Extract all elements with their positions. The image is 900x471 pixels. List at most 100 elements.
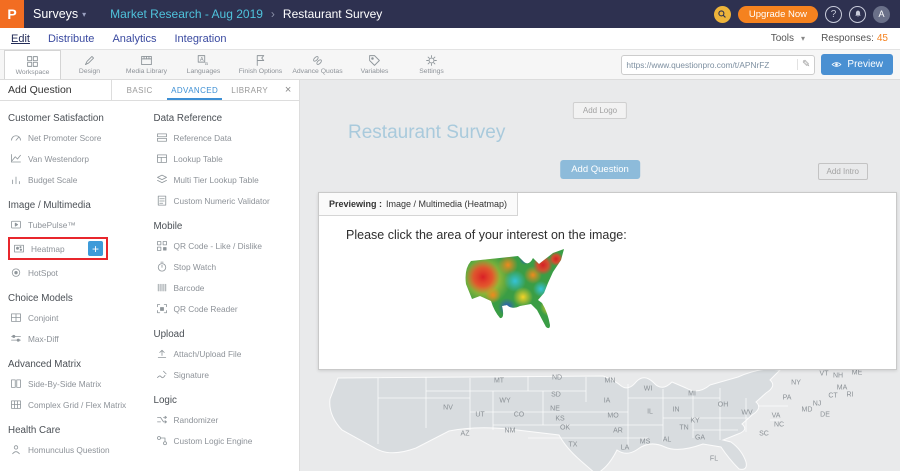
barcode-icon <box>156 282 168 294</box>
add-logo-button[interactable]: Add Logo <box>573 102 627 119</box>
tab-basic[interactable]: BASIC <box>112 80 167 100</box>
toolbar-item-settings[interactable]: Settings <box>403 50 460 79</box>
add-question-button[interactable]: Add Question <box>560 160 640 179</box>
section-heading-upload: Upload <box>154 329 299 340</box>
help-button[interactable]: ? <box>825 6 842 23</box>
toolbar-item-label: Languages <box>187 68 221 75</box>
question-type-complex-grid-flex-matrix[interactable]: Complex Grid / Flex Matrix <box>8 394 146 415</box>
question-type-label: Signature <box>174 370 210 380</box>
tab-library[interactable]: LIBRARY <box>222 80 277 100</box>
tab-distribute[interactable]: Distribute <box>48 33 94 45</box>
question-type-label: Budget Scale <box>28 175 77 185</box>
question-type-heatmap[interactable]: Heatmap+ <box>8 237 108 260</box>
heatmap-question-image[interactable] <box>463 247 587 343</box>
question-type-label: QR Code Reader <box>174 304 238 314</box>
toolbar-item-languages[interactable]: AaLanguages <box>175 50 232 79</box>
search-icon[interactable] <box>714 6 731 23</box>
upgrade-now-button[interactable]: Upgrade Now <box>738 6 818 23</box>
toolbar-item-finish-options[interactable]: Finish Options <box>232 50 289 79</box>
question-type-randomizer[interactable]: Randomizer <box>154 409 299 430</box>
question-type-barcode[interactable]: Barcode <box>154 277 299 298</box>
tab-analytics[interactable]: Analytics <box>112 33 156 45</box>
question-type-max-diff[interactable]: Max-Diff <box>8 328 146 349</box>
question-type-reference-data[interactable]: Reference Data <box>154 127 299 148</box>
question-type-qr-code-reader[interactable]: QR Code Reader <box>154 298 299 319</box>
us-map-background-image[interactable] <box>318 368 897 471</box>
toolbar-item-media-library[interactable]: Media Library <box>118 50 175 79</box>
question-type-homunculus-question[interactable]: Homunculus Question <box>8 439 146 460</box>
breadcrumb-separator-icon: › <box>271 7 275 21</box>
question-type-side-by-side-matrix[interactable]: Side-By-Side Matrix <box>8 373 146 394</box>
question-type-tubepulse[interactable]: TubePulse™ <box>8 214 146 235</box>
conjoint-icon <box>10 312 22 324</box>
responses-count: 45 <box>877 33 888 44</box>
question-type-label: Van Westendorp <box>28 154 89 164</box>
notifications-bell-icon[interactable] <box>849 6 866 23</box>
tab-edit[interactable]: Edit <box>11 33 30 45</box>
breadcrumb-folder[interactable]: Market Research - Aug 2019 <box>110 7 263 21</box>
matrix-icon <box>10 378 22 390</box>
question-type-conjoint[interactable]: Conjoint <box>8 307 146 328</box>
previewing-tab: Previewing : Image / Multimedia (Heatmap… <box>319 193 518 216</box>
toolbar-item-variables[interactable]: Variables <box>346 50 403 79</box>
responses-counter[interactable]: Responses:45 <box>821 33 888 44</box>
add-intro-button[interactable]: Add Intro <box>818 163 868 180</box>
toolbar-item-design[interactable]: Design <box>61 50 118 79</box>
toolbar-item-workspace[interactable]: Workspace <box>4 50 61 79</box>
tools-label: Tools <box>771 33 794 44</box>
edit-url-pencil-icon[interactable]: ✎ <box>797 59 810 70</box>
heatmap-icon <box>13 243 25 255</box>
languages-icon: Aa <box>197 54 210 67</box>
preview-button[interactable]: Preview <box>821 54 893 75</box>
question-type-lookup-table[interactable]: Lookup Table <box>154 148 299 169</box>
question-type-van-westendorp[interactable]: Van Westendorp <box>8 148 146 169</box>
question-type-column-2: Data ReferenceReference DataLookup Table… <box>154 103 299 460</box>
question-type-stop-watch[interactable]: Stop Watch <box>154 256 299 277</box>
design-icon <box>83 54 96 67</box>
previewing-question-type: Image / Multimedia (Heatmap) <box>386 199 507 209</box>
person-icon <box>10 444 22 456</box>
tab-integration[interactable]: Integration <box>174 33 226 45</box>
question-type-qr-code-like-dislike[interactable]: QR Code - Like / Dislike <box>154 235 299 256</box>
toolbar-item-advance-quotas[interactable]: Advance Quotas <box>289 50 346 79</box>
question-type-custom-numeric-validator[interactable]: Custom Numeric Validator <box>154 190 299 211</box>
bar-scale-icon <box>10 174 22 186</box>
advance-quotas-icon <box>311 54 324 67</box>
survey-url-input[interactable] <box>626 60 797 70</box>
question-type-label: Custom Logic Engine <box>174 436 253 446</box>
media-library-icon <box>140 54 153 67</box>
question-type-multi-tier-lookup-table[interactable]: Multi Tier Lookup Table <box>154 169 299 190</box>
survey-nav-bar: Edit Distribute Analytics Integration To… <box>0 28 900 50</box>
question-type-budget-scale[interactable]: Budget Scale <box>8 169 146 190</box>
toolbar-item-label: Variables <box>361 68 389 75</box>
question-type-hotspot[interactable]: HotSpot <box>8 262 146 283</box>
question-type-label: Max-Diff <box>28 334 59 344</box>
product-label: Surveys <box>33 7 78 21</box>
tools-menu[interactable]: Tools ▾ <box>771 33 805 44</box>
eye-icon <box>831 60 842 69</box>
toolbar-items: WorkspaceDesignMedia LibraryAaLanguagesF… <box>4 50 460 79</box>
section-heading-image-multimedia: Image / Multimedia <box>8 200 146 211</box>
toolbar-item-label: Design <box>79 68 100 75</box>
multi-tier-icon <box>156 174 168 186</box>
question-type-signature[interactable]: Signature <box>154 364 299 385</box>
workspace-toolbar: WorkspaceDesignMedia LibraryAaLanguagesF… <box>0 50 900 80</box>
survey-title[interactable]: Restaurant Survey <box>348 122 505 144</box>
questionpro-logo[interactable]: P <box>0 0 24 28</box>
add-heatmap-plus-button[interactable]: + <box>88 241 103 256</box>
close-icon[interactable]: × <box>277 80 299 100</box>
question-type-net-promoter-score[interactable]: Net Promoter Score <box>8 127 146 148</box>
lookup-table-icon <box>156 153 168 165</box>
question-type-attach-upload-file[interactable]: Attach/Upload File <box>154 343 299 364</box>
section-heading-health-care: Health Care <box>8 425 146 436</box>
surveys-menu[interactable]: Surveys ▾ <box>33 7 86 21</box>
gauge-icon <box>10 132 22 144</box>
survey-canvas: MTNDMNWIMIMEVTNHMACTRINYPANJDEMDSDWYIANE… <box>300 80 900 471</box>
signature-icon <box>156 369 168 381</box>
avatar[interactable]: A <box>873 6 890 23</box>
toolbar-item-label: Workspace <box>16 69 50 76</box>
settings-icon <box>425 54 438 67</box>
tab-advanced[interactable]: ADVANCED <box>167 80 222 100</box>
question-type-custom-logic-engine[interactable]: Custom Logic Engine <box>154 430 299 451</box>
add-question-title: Add Question <box>0 80 112 100</box>
